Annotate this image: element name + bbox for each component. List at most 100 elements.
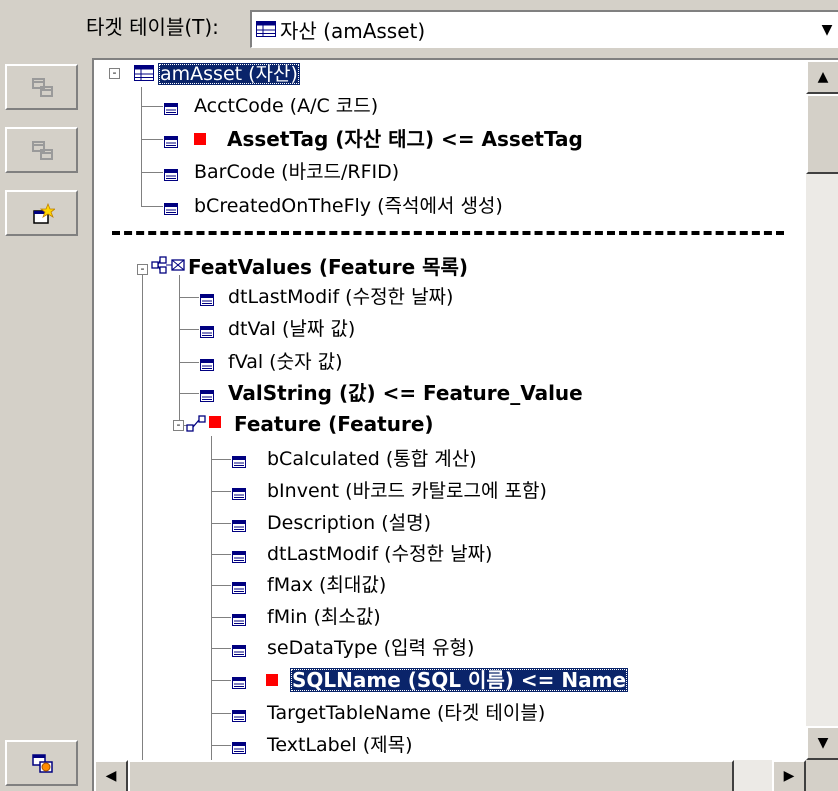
tree-field-row[interactable]: dtLastModif (수정한 날짜)	[228, 282, 453, 312]
tree-connector	[211, 436, 212, 760]
field-label: fMin (최소값)	[267, 606, 381, 628]
tree-field-row[interactable]: fVal (숫자 값)	[228, 347, 342, 377]
target-table-value: 자산 (amAsset)	[280, 19, 426, 43]
collapse-toggle[interactable]: -	[173, 419, 184, 431]
tree-connector	[211, 523, 231, 524]
field-label: ValString (값) <= Feature_Value	[228, 381, 583, 405]
tree-node-label: FeatValues (Feature 목록)	[188, 255, 469, 279]
mapping-tree-view[interactable]: - amAsset (자산) AcctCode (A/C 코드) AssetTa…	[92, 58, 838, 791]
dropdown-arrow-icon[interactable]: ▼	[818, 16, 836, 44]
tree-connector	[141, 206, 163, 207]
tree-field-row[interactable]: AssetTag (자산 태그) <= AssetTag	[227, 124, 583, 154]
horizontal-scrollbar[interactable]: ◀ ▶	[94, 760, 806, 791]
link-icon	[186, 414, 208, 438]
tree-connector	[211, 554, 231, 555]
field-label: dtLastModif (수정한 날짜)	[267, 543, 493, 565]
tree-connector	[141, 139, 163, 140]
field-label: bCreatedOnTheFly (즉석에서 생성)	[194, 195, 503, 217]
tree-field-row[interactable]: AcctCode (A/C 코드)	[194, 91, 378, 121]
tree-field-row-selected[interactable]: SQLName (SQL 이름) <= Name	[290, 665, 629, 695]
tree-connector	[211, 617, 231, 618]
target-table-combobox[interactable]: 자산 (amAsset) ▼	[250, 10, 838, 48]
copy-button-disabled[interactable]	[5, 64, 78, 110]
field-label: TextLabel (제목)	[267, 734, 413, 756]
tree-field-row[interactable]: bCalculated (통합 계산)	[267, 444, 477, 474]
tree-node-feature[interactable]: Feature (Feature)	[234, 409, 434, 439]
vertical-scrollbar[interactable]: ▲ ▼	[806, 60, 838, 760]
table-icon	[134, 65, 154, 85]
field-icon	[232, 642, 246, 661]
tree-connector	[142, 265, 143, 760]
tree-field-row[interactable]: dtVal (날짜 값)	[228, 314, 355, 344]
tree-connector	[179, 362, 199, 363]
tree-connector	[211, 648, 231, 649]
tree-connector	[179, 393, 199, 394]
field-icon	[232, 579, 246, 598]
tree-connector	[141, 172, 163, 173]
disabled-copy-icon	[32, 78, 53, 97]
field-icon	[200, 291, 214, 310]
tree-connector	[211, 713, 231, 714]
field-icon	[200, 356, 214, 375]
tree-node-featvalues[interactable]: FeatValues (Feature 목록)	[188, 252, 468, 282]
field-icon	[164, 100, 178, 119]
tree-field-row[interactable]: fMin (최소값)	[267, 602, 381, 632]
field-icon	[232, 611, 246, 630]
vertical-scroll-thumb[interactable]	[806, 94, 838, 174]
field-icon	[232, 517, 246, 536]
tree-field-row[interactable]: ValString (값) <= Feature_Value	[228, 378, 583, 408]
field-label: dtLastModif (수정한 날짜)	[228, 286, 454, 308]
scrollbar-corner	[806, 760, 838, 791]
field-label: TargetTableName (타겟 테이블)	[267, 702, 546, 724]
refresh-button[interactable]	[5, 740, 78, 786]
tree-field-row[interactable]: Description (설명)	[267, 508, 431, 538]
field-label: BarCode (바코드/RFID)	[194, 161, 400, 183]
tree-field-row[interactable]: TargetTableName (타겟 테이블)	[267, 698, 545, 728]
field-label: AcctCode (A/C 코드)	[194, 95, 379, 117]
tree-field-row[interactable]: seDataType (입력 유형)	[267, 633, 474, 663]
tree-field-row[interactable]: bInvent (바코드 카탈로그에 포함)	[267, 476, 547, 506]
tree-content: - amAsset (자산) AcctCode (A/C 코드) AssetTa…	[94, 60, 806, 760]
tree-field-row[interactable]: BarCode (바코드/RFID)	[194, 157, 399, 187]
field-icon	[232, 739, 246, 758]
refresh-icon	[32, 754, 53, 773]
tree-connector	[211, 585, 231, 586]
mapped-marker-icon	[209, 416, 221, 428]
scroll-right-arrow-icon[interactable]: ▶	[772, 760, 806, 791]
scroll-down-arrow-icon[interactable]: ▼	[806, 726, 838, 760]
field-icon	[164, 166, 178, 185]
tree-connector	[141, 87, 142, 207]
tree-connector	[141, 106, 163, 107]
field-icon	[232, 485, 246, 504]
field-label: fVal (숫자 값)	[228, 351, 343, 373]
tree-connector	[179, 329, 199, 330]
tree-field-row[interactable]: TextLabel (제목)	[267, 730, 413, 760]
tree-connector	[211, 745, 231, 746]
tree-separator	[112, 231, 784, 235]
tree-connector	[179, 297, 199, 298]
field-label: dtVal (날짜 값)	[228, 318, 356, 340]
mapped-marker-icon	[266, 674, 278, 686]
collapse-toggle[interactable]: -	[137, 263, 148, 275]
tree-field-row[interactable]: bCreatedOnTheFly (즉석에서 생성)	[194, 191, 503, 221]
field-label: seDataType (입력 유형)	[267, 637, 475, 659]
tree-field-row[interactable]: fMax (최대값)	[267, 570, 386, 600]
mapped-marker-icon	[194, 133, 206, 145]
new-field-button[interactable]	[5, 190, 78, 236]
field-icon	[200, 323, 214, 342]
collapse-toggle[interactable]: -	[109, 67, 120, 79]
tree-node-label: Feature (Feature)	[234, 412, 434, 436]
scroll-left-arrow-icon[interactable]: ◀	[94, 760, 128, 791]
field-label: bInvent (바코드 카탈로그에 포함)	[267, 480, 547, 502]
horizontal-scroll-thumb[interactable]	[128, 760, 734, 791]
tree-node-root[interactable]: amAsset (자산)	[158, 60, 300, 89]
field-icon	[200, 387, 214, 406]
tree-field-row[interactable]: dtLastModif (수정한 날짜)	[267, 539, 492, 569]
tree-connector	[211, 491, 231, 492]
field-label: Description (설명)	[267, 512, 432, 534]
disabled-copy-icon	[32, 141, 53, 160]
field-label: fMax (최대값)	[267, 574, 387, 596]
scroll-up-arrow-icon[interactable]: ▲	[806, 60, 838, 94]
tree-connector	[211, 680, 231, 681]
paste-button-disabled[interactable]	[5, 127, 78, 173]
